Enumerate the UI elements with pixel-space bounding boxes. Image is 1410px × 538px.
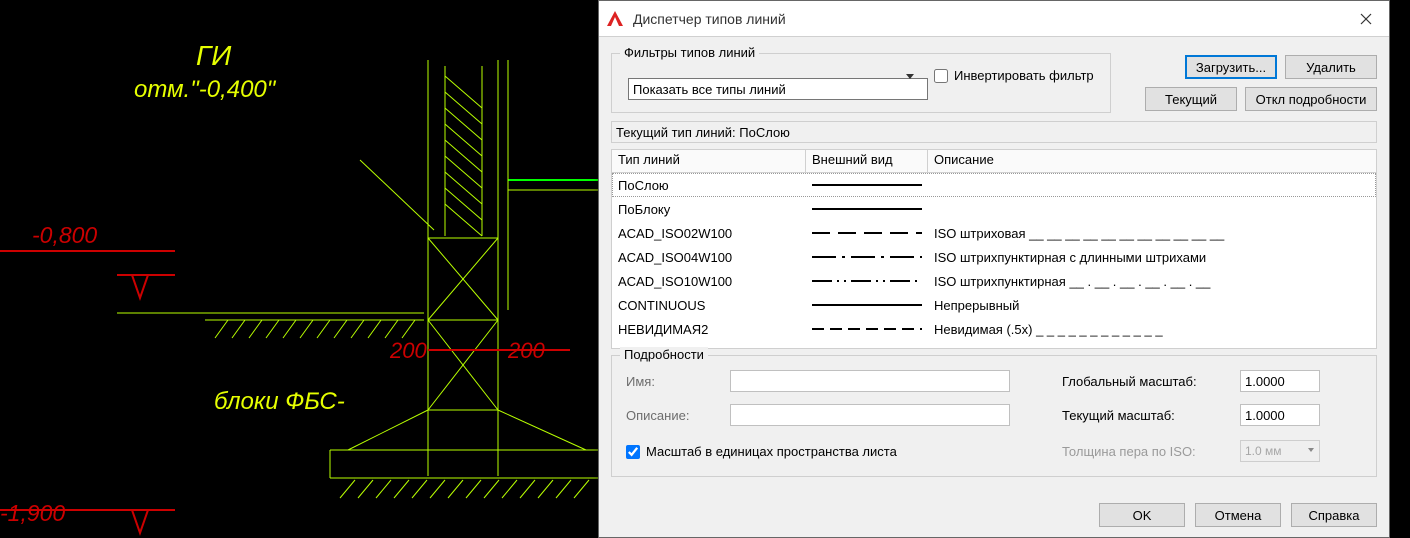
global-scale-field[interactable] xyxy=(1240,370,1320,392)
invert-filter-label: Инвертировать фильтр xyxy=(954,68,1094,83)
current-scale-field[interactable] xyxy=(1240,404,1320,426)
cad-text-mark: отм."-0,400" xyxy=(134,76,275,104)
cell-desc: Непрерывный xyxy=(928,297,1376,314)
cell-desc: ISO штриховая __ __ __ __ __ __ __ __ __… xyxy=(928,225,1376,242)
current-button[interactable]: Текущий xyxy=(1145,87,1237,111)
paperspace-scale-checkbox[interactable]: Масштаб в единицах пространства листа xyxy=(626,444,897,459)
table-row[interactable]: ACAD_ISO04W100 ISO штрихпунктирная с длин… xyxy=(612,245,1376,269)
cell-name: ПоБлоку xyxy=(612,201,806,218)
desc-label: Описание: xyxy=(626,408,689,423)
filters-groupbox: Фильтры типов линий Показать все типы ли… xyxy=(611,53,1111,113)
ok-button[interactable]: OK xyxy=(1099,503,1185,527)
cell-appearance xyxy=(806,319,928,339)
close-icon xyxy=(1360,13,1372,25)
list-rows: ПоСлою ПоБлоку ACAD_ISO02W100 ISO штриховая… xyxy=(612,173,1376,341)
cell-name: НЕВИДИМАЯ2 xyxy=(612,321,806,338)
table-row[interactable]: ПоБлоку xyxy=(612,197,1376,221)
cad-dim-200a: 200 xyxy=(390,338,427,364)
autocad-app-icon xyxy=(605,9,625,29)
table-row[interactable]: НЕВИДИМАЯ2 Невидимая (.5x) _ _ _ _ _ _ _ … xyxy=(612,317,1376,341)
details-groupbox: Подробности Имя: Описание: Масштаб в еди… xyxy=(611,355,1377,477)
cad-level-08: -0,800 xyxy=(32,222,97,249)
table-row[interactable]: ПоСлою xyxy=(612,173,1376,197)
name-field xyxy=(730,370,1010,392)
titlebar[interactable]: Диспетчер типов линий xyxy=(599,1,1389,37)
cell-desc: ISO штрихпунктирная __ . __ . __ . __ . … xyxy=(928,273,1376,290)
iso-pen-label: Толщина пера по ISO: xyxy=(1062,444,1196,459)
cell-appearance xyxy=(806,223,928,243)
linetype-listbox[interactable]: Тип линий Внешний вид Описание ПоСлою ПоБ… xyxy=(611,149,1377,349)
table-row[interactable]: ACAD_ISO02W100 ISO штриховая __ __ __ __ … xyxy=(612,221,1376,245)
cell-desc xyxy=(928,184,1376,186)
table-row[interactable]: CONTINUOUS Непрерывный xyxy=(612,293,1376,317)
linetype-manager-dialog: Диспетчер типов линий Фильтры типов лини… xyxy=(598,0,1390,538)
filter-select[interactable]: Показать все типы линий xyxy=(628,78,928,100)
desc-field xyxy=(730,404,1010,426)
invert-filter-checkbox[interactable]: Инвертировать фильтр xyxy=(934,68,1094,83)
list-header: Тип линий Внешний вид Описание xyxy=(612,150,1376,173)
cell-appearance xyxy=(806,295,928,315)
invert-filter-input[interactable] xyxy=(934,69,948,83)
cad-dim-200b: 200 xyxy=(508,338,545,364)
name-label: Имя: xyxy=(626,374,655,389)
col-desc[interactable]: Описание xyxy=(928,150,1376,172)
current-linetype-label: Текущий тип линий: ПоСлою xyxy=(611,121,1377,143)
toggle-details-button[interactable]: Откл подробности xyxy=(1245,87,1377,111)
cancel-button[interactable]: Отмена xyxy=(1195,503,1281,527)
filters-legend: Фильтры типов линий xyxy=(620,45,759,60)
cell-name: ACAD_ISO10W100 xyxy=(612,273,806,290)
cell-desc: ISO штрихпунктирная с длинными штрихами xyxy=(928,249,1376,266)
cell-desc: Невидимая (.5x) _ _ _ _ _ _ _ _ _ _ _ _ xyxy=(928,321,1376,338)
cell-appearance xyxy=(806,199,928,219)
cell-appearance xyxy=(806,271,928,291)
cell-appearance xyxy=(806,247,928,267)
cell-name: CONTINUOUS xyxy=(612,297,806,314)
close-button[interactable] xyxy=(1343,1,1389,37)
global-scale-label: Глобальный масштаб: xyxy=(1062,374,1197,389)
col-appearance[interactable]: Внешний вид xyxy=(806,150,928,172)
cell-desc xyxy=(928,208,1376,210)
table-row[interactable]: ACAD_ISO10W100 ISO штрихпунктирная __ . _… xyxy=(612,269,1376,293)
paperspace-scale-input[interactable] xyxy=(626,445,640,459)
current-scale-label: Текущий масштаб: xyxy=(1062,408,1175,423)
cad-text-gi: ГИ xyxy=(196,40,231,72)
delete-button[interactable]: Удалить xyxy=(1285,55,1377,79)
iso-pen-select: 1.0 мм xyxy=(1240,440,1320,462)
cell-appearance xyxy=(806,175,928,195)
load-button[interactable]: Загрузить... xyxy=(1185,55,1277,79)
help-button[interactable]: Справка xyxy=(1291,503,1377,527)
cell-name: ACAD_ISO04W100 xyxy=(612,249,806,266)
cad-level-19: -1,900 xyxy=(0,500,65,527)
details-legend: Подробности xyxy=(620,347,708,362)
col-name[interactable]: Тип линий xyxy=(612,150,806,172)
dialog-title: Диспетчер типов линий xyxy=(633,11,1343,27)
cad-text-fbs: блоки ФБС- xyxy=(214,388,345,416)
dialog-buttons: OK Отмена Справка xyxy=(1099,503,1377,527)
cell-name: ACAD_ISO02W100 xyxy=(612,225,806,242)
cell-name: ПоСлою xyxy=(612,177,806,194)
